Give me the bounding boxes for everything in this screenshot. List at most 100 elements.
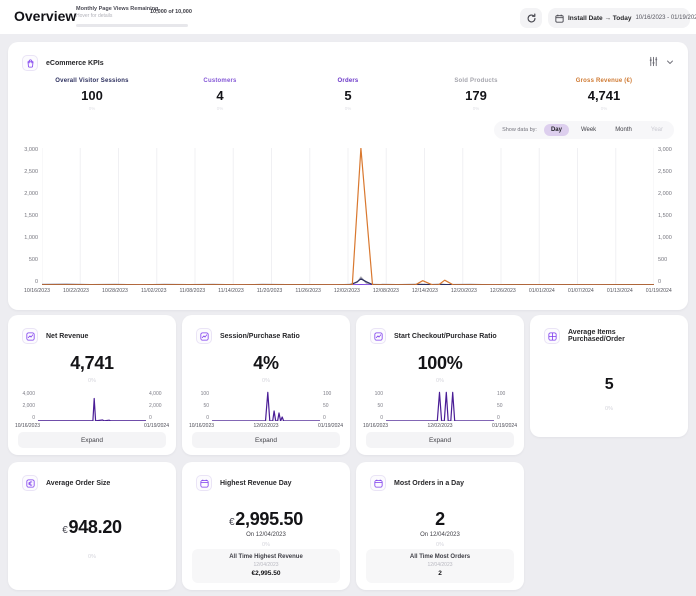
top-bar: Overview Monthly Page Views Remaining Ho… (0, 0, 696, 34)
mini-yaxis-right: 100500 (320, 391, 346, 421)
main-chart-plot[interactable] (42, 148, 654, 285)
average-items-card: Average Items Purchased/Order 5 0% (530, 315, 688, 437)
chart-icon (22, 328, 38, 344)
most-orders-value: 2 (356, 509, 524, 530)
monthly-views-value: 10,000 of 10,000 (150, 9, 196, 15)
refresh-button[interactable] (520, 8, 542, 28)
overview-page: Overview Monthly Page Views Remaining Ho… (0, 0, 696, 596)
session-ratio-delta: 0% (182, 378, 350, 384)
monthly-views-progress-bar (76, 24, 188, 27)
session-ratio-mini-chart[interactable] (212, 391, 320, 421)
expand-button[interactable]: Expand (366, 432, 514, 448)
kpi-delta: 0% (156, 106, 284, 111)
date-preset-label: Install Date → Today (568, 15, 631, 22)
kpi-customers[interactable]: Customers 4 0% (156, 78, 284, 111)
main-chart-xaxis: 10/16/202310/22/202310/28/202311/02/2023… (24, 288, 672, 294)
alltime-value: 2 (370, 570, 510, 577)
kpi-orders[interactable]: Orders 5 0% (284, 78, 412, 111)
avg-order-value: €948.20 (8, 517, 176, 538)
mini-xaxis: 10/16/202312/02/202301/19/2024 (356, 421, 524, 429)
alltime-value: €2,995.50 (196, 570, 336, 577)
calendar-check-icon (370, 475, 386, 491)
calendar-icon (555, 14, 564, 23)
kpi-overall-visitor-sessions[interactable]: Overall Visitor Sessions 100 0% (28, 78, 156, 111)
kpi-delta: 0% (540, 106, 668, 111)
chart-icon (196, 328, 212, 344)
alltime-date: 12/04/2023 (196, 562, 336, 568)
granularity-day-button[interactable]: Day (544, 124, 569, 136)
kpi-card-title: eCommerce KPIs (46, 60, 104, 67)
expand-button[interactable]: Expand (192, 432, 340, 448)
kpi-value: 100 (28, 88, 156, 103)
average-order-size-card: Average Order Size €948.20 0% (8, 462, 176, 590)
calendar-star-icon (196, 475, 212, 491)
alltime-most-orders: All Time Most Orders 12/04/2023 2 (366, 549, 514, 583)
alltime-label: All Time Highest Revenue (196, 554, 336, 560)
card-title: Average Items Purchased/Order (568, 329, 674, 343)
granularity-year-button[interactable]: Year (644, 124, 670, 136)
mini-yaxis-right: 100500 (494, 391, 520, 421)
coin-icon (22, 475, 38, 491)
kpi-delta: 0% (28, 106, 156, 111)
kpi-delta: 0% (284, 106, 412, 111)
currency-symbol: € (62, 525, 67, 536)
kpi-value: 5 (284, 88, 412, 103)
kpi-label: Orders (284, 78, 412, 84)
net-revenue-delta: 0% (8, 378, 176, 384)
show-data-by-group: Show data by: Day Week Month Year (494, 121, 674, 139)
show-data-by-label: Show data by: (502, 127, 537, 133)
kpi-value: 4 (156, 88, 284, 103)
session-purchase-ratio-card: Session/Purchase Ratio 4% 0% 100500 1005… (182, 315, 350, 455)
checkout-ratio-value: 100% (356, 353, 524, 374)
card-title: Start Checkout/Purchase Ratio (394, 333, 497, 340)
chart-icon (370, 328, 386, 344)
card-title: Average Order Size (46, 480, 110, 487)
avg-items-value: 5 (530, 376, 688, 394)
kpi-label: Overall Visitor Sessions (28, 78, 156, 84)
kpi-label: Gross Revenue (€) (540, 78, 668, 84)
kpi-row: Overall Visitor Sessions 100 0% Customer… (28, 78, 668, 111)
kpi-gross-revenue[interactable]: Gross Revenue (€) 4,741 0% (540, 78, 668, 111)
highest-revenue-day-card: Highest Revenue Day €2,995.50 On 12/04/2… (182, 462, 350, 590)
kpi-label: Sold Products (412, 78, 540, 84)
currency-symbol: € (229, 517, 234, 528)
date-range-picker[interactable]: Install Date → Today 10/16/2023 - 01/19/… (548, 8, 690, 28)
mini-xaxis: 10/16/202301/19/2024 (8, 421, 176, 429)
checkout-ratio-delta: 0% (356, 378, 524, 384)
ecommerce-kpis-card: eCommerce KPIs Overall Visitor Sessions … (8, 42, 688, 310)
highest-revenue-delta: 0% (182, 542, 350, 548)
net-revenue-card: Net Revenue 4,741 0% 4,0002,0000 4,0002,… (8, 315, 176, 455)
alltime-label: All Time Most Orders (370, 554, 510, 560)
most-orders-date: On 12/04/2023 (356, 532, 524, 538)
kpi-sold-products[interactable]: Sold Products 179 0% (412, 78, 540, 111)
kpi-value: 4,741 (540, 88, 668, 103)
most-orders-delta: 0% (356, 542, 524, 548)
net-revenue-value: 4,741 (8, 353, 176, 374)
mini-yaxis-left: 100500 (186, 391, 212, 421)
session-ratio-value: 4% (182, 353, 350, 374)
date-range-value: 10/16/2023 - 01/19/2024 (635, 15, 696, 21)
highest-revenue-value: €2,995.50 (182, 509, 350, 530)
grid-icon (544, 328, 560, 344)
mini-yaxis-right: 4,0002,0000 (146, 391, 172, 421)
card-title: Highest Revenue Day (220, 480, 292, 487)
expand-button[interactable]: Expand (18, 432, 166, 448)
monthly-page-views[interactable]: Monthly Page Views Remaining Hover for d… (76, 6, 191, 19)
main-chart-yaxis-right: 3,0002,5002,0001,5001,0005000 (654, 148, 682, 285)
checkout-ratio-mini-chart[interactable] (386, 391, 494, 421)
collapse-chevron-icon[interactable] (666, 58, 674, 66)
card-title: Session/Purchase Ratio (220, 333, 300, 340)
granularity-month-button[interactable]: Month (608, 124, 639, 136)
most-orders-card: Most Orders in a Day 2 On 12/04/2023 0% … (356, 462, 524, 590)
net-revenue-mini-chart[interactable] (38, 391, 146, 421)
kpi-delta: 0% (412, 106, 540, 111)
alltime-date: 12/04/2023 (370, 562, 510, 568)
start-checkout-purchase-ratio-card: Start Checkout/Purchase Ratio 100% 0% 10… (356, 315, 524, 455)
kpi-label: Customers (156, 78, 284, 84)
main-chart-yaxis-left: 3,0002,5002,0001,5001,0005000 (14, 148, 42, 285)
granularity-week-button[interactable]: Week (574, 124, 603, 136)
kpi-value: 179 (412, 88, 540, 103)
mini-yaxis-left: 4,0002,0000 (12, 391, 38, 421)
columns-settings-icon[interactable] (648, 56, 659, 67)
card-title: Net Revenue (46, 333, 88, 340)
